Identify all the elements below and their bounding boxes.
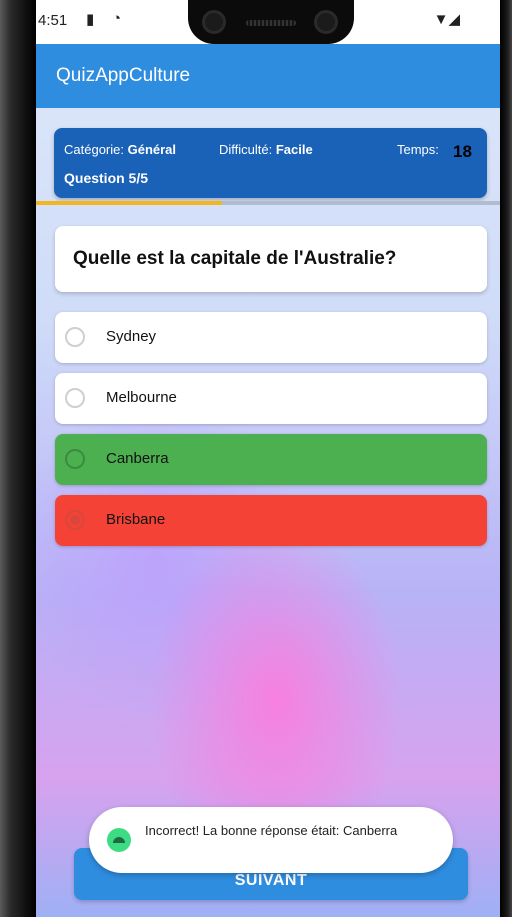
camera-notch [188, 0, 354, 44]
app-bar: QuizAppCulture [36, 44, 500, 108]
status-time: 4:51 [38, 12, 68, 29]
sensor-icon [314, 10, 338, 34]
difficulty-label: Difficulté: [219, 142, 273, 157]
app-title: QuizAppCulture [56, 65, 191, 86]
answer-option-canberra[interactable]: Canberra [55, 434, 487, 485]
answer-label: Sydney [106, 328, 157, 345]
phone-screen: 4:51 ▮ ◔ ▼◢ QuizAppCulture Catégorie: Gé… [36, 0, 500, 917]
question-counter: Question 5/5 [64, 170, 149, 186]
status-bar: 4:51 ▮ ◔ ▼◢ [36, 0, 500, 44]
category-label: Catégorie: [64, 142, 124, 157]
earpiece-speaker [246, 20, 296, 26]
device-bezel-left [0, 0, 36, 917]
radio-selected-dot [70, 515, 80, 525]
radio-button[interactable] [65, 327, 85, 347]
radio-button-selected[interactable] [65, 510, 85, 530]
category-value: Général [127, 142, 177, 157]
android-icon [107, 828, 131, 852]
radio-button[interactable] [65, 449, 85, 469]
question-text: Quelle est la capitale de l'Australie? [73, 248, 397, 269]
progress-fill [36, 201, 222, 205]
toast-message: Incorrect! La bonne réponse était: Canbe… [89, 807, 453, 873]
front-camera-icon [202, 10, 226, 34]
radio-button[interactable] [65, 388, 85, 408]
answer-label: Melbourne [106, 389, 177, 406]
answer-option-melbourne[interactable]: Melbourne [55, 373, 487, 424]
timer-label: Temps: [397, 142, 439, 157]
answer-label: Canberra [106, 450, 169, 467]
category-info: Catégorie: Général [64, 142, 176, 157]
progress-bar [36, 201, 500, 205]
answer-option-sydney[interactable]: Sydney [55, 312, 487, 363]
toast-text: Incorrect! La bonne réponse était: Canbe… [145, 823, 398, 838]
answer-label: Brisbane [106, 511, 166, 528]
timer-value: 18 [453, 142, 472, 161]
sync-icon: ◔ [112, 10, 122, 27]
question-card: Quelle est la capitale de l'Australie? [55, 226, 487, 292]
difficulty-info: Difficulté: Facile [219, 142, 313, 157]
answer-option-brisbane[interactable]: Brisbane [55, 495, 487, 546]
sd-card-icon: ▮ [86, 11, 95, 28]
wifi-icon: ▼◢ [433, 11, 460, 28]
difficulty-value: Facile [275, 142, 313, 157]
quiz-info-card: Catégorie: Général Difficulté: Facile Te… [54, 128, 487, 198]
device-bezel-right [500, 0, 512, 917]
